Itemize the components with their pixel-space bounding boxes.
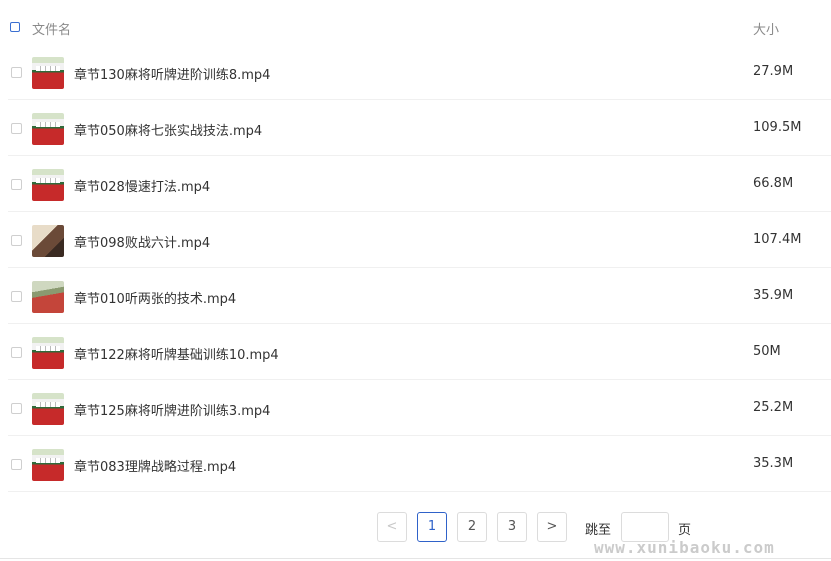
- row-checkbox[interactable]: [11, 403, 22, 414]
- page-button-3[interactable]: 3: [497, 512, 527, 542]
- video-thumbnail: [32, 449, 64, 481]
- row-checkbox[interactable]: [11, 67, 22, 78]
- file-size: 107.4M: [753, 232, 802, 247]
- file-row[interactable]: 章节125麻将听牌进阶训练3.mp4 25.2M: [8, 380, 831, 436]
- row-checkbox[interactable]: [11, 459, 22, 470]
- row-checkbox[interactable]: [11, 291, 22, 302]
- row-checkbox[interactable]: [11, 179, 22, 190]
- file-row[interactable]: 章节050麻将七张实战技法.mp4 109.5M: [8, 100, 831, 156]
- video-thumbnail: [32, 225, 64, 257]
- file-row[interactable]: 章节028慢速打法.mp4 66.8M: [8, 156, 831, 212]
- file-name[interactable]: 章节125麻将听牌进阶训练3.mp4: [74, 400, 270, 419]
- bottom-divider: [0, 558, 831, 559]
- video-thumbnail: [32, 281, 64, 313]
- file-size: 109.5M: [753, 120, 802, 135]
- prev-page-button[interactable]: <: [377, 512, 407, 542]
- file-name[interactable]: 章节083理牌战略过程.mp4: [74, 456, 236, 475]
- column-header-filename[interactable]: 文件名: [32, 19, 71, 38]
- page-button-2[interactable]: 2: [457, 512, 487, 542]
- row-checkbox[interactable]: [11, 235, 22, 246]
- row-checkbox[interactable]: [11, 347, 22, 358]
- column-header-size[interactable]: 大小: [753, 19, 779, 38]
- file-size: 50M: [753, 344, 781, 359]
- file-row[interactable]: 章节122麻将听牌基础训练10.mp4 50M: [8, 324, 831, 380]
- file-name[interactable]: 章节130麻将听牌进阶训练8.mp4: [74, 64, 270, 83]
- video-thumbnail: [32, 113, 64, 145]
- file-size: 35.3M: [753, 456, 794, 471]
- file-size: 66.8M: [753, 176, 794, 191]
- file-size: 27.9M: [753, 64, 794, 79]
- file-name[interactable]: 章节098败战六计.mp4: [74, 232, 210, 251]
- video-thumbnail: [32, 393, 64, 425]
- page-suffix-label: 页: [678, 523, 692, 538]
- file-name[interactable]: 章节010听两张的技术.mp4: [74, 288, 236, 307]
- video-thumbnail: [32, 337, 64, 369]
- jump-to-label: 跳至: [585, 523, 612, 538]
- next-page-button[interactable]: >: [537, 512, 567, 542]
- video-thumbnail: [32, 169, 64, 201]
- file-name[interactable]: 章节050麻将七张实战技法.mp4: [74, 120, 262, 139]
- file-name[interactable]: 章节122麻将听牌基础训练10.mp4: [74, 344, 279, 363]
- file-size: 35.9M: [753, 288, 794, 303]
- video-thumbnail: [32, 57, 64, 89]
- file-row[interactable]: 章节083理牌战略过程.mp4 35.3M: [8, 436, 831, 492]
- file-row[interactable]: 章节010听两张的技术.mp4 35.9M: [8, 268, 831, 324]
- file-size: 25.2M: [753, 400, 794, 415]
- row-checkbox[interactable]: [11, 123, 22, 134]
- file-row[interactable]: 章节098败战六计.mp4 107.4M: [8, 212, 831, 268]
- file-row[interactable]: 章节130麻将听牌进阶训练8.mp4 27.9M: [8, 44, 831, 100]
- file-name[interactable]: 章节028慢速打法.mp4: [74, 176, 210, 195]
- watermark-text: www.xunibaoku.com: [594, 538, 775, 557]
- page-button-1[interactable]: 1: [417, 512, 447, 542]
- select-all-checkbox[interactable]: [10, 22, 20, 32]
